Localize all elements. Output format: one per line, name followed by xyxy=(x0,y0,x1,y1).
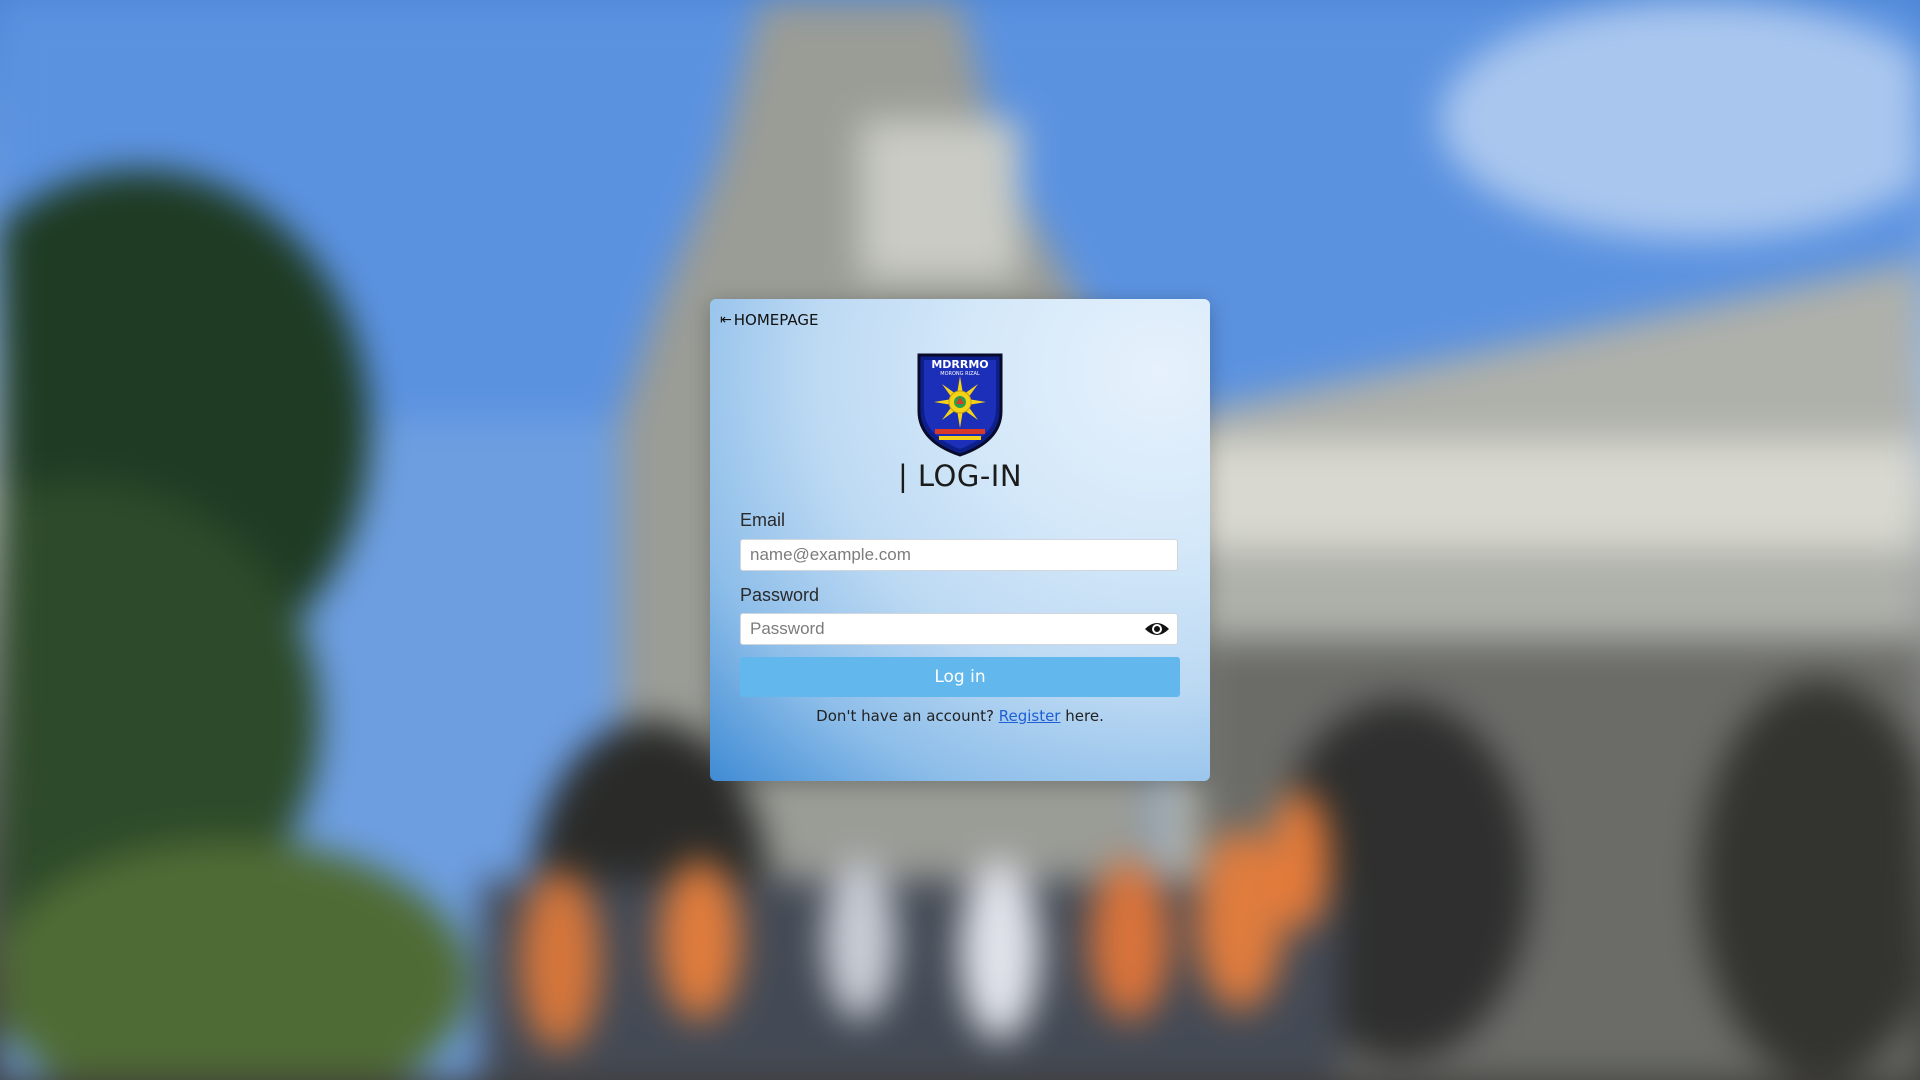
mdrrmo-logo: MDRRMO MORONG RIZAL xyxy=(917,353,1003,457)
homepage-link-label: HOMEPAGE xyxy=(733,311,819,329)
register-suffix: here. xyxy=(1065,707,1104,725)
register-prefix: Don't have an account? xyxy=(816,707,994,725)
eye-icon[interactable] xyxy=(1144,619,1170,639)
email-label: Email xyxy=(740,510,786,530)
password-field[interactable] xyxy=(740,613,1178,645)
homepage-link[interactable]: ⇤ HOMEPAGE xyxy=(720,311,818,329)
logo-text-top: MDRRMO xyxy=(931,358,988,371)
register-link[interactable]: Register xyxy=(999,707,1061,725)
password-label: Password xyxy=(740,585,820,605)
login-button[interactable]: Log in xyxy=(740,657,1180,697)
page-title: | LOG-IN xyxy=(897,459,1023,493)
arrow-left-bar-icon: ⇤ xyxy=(720,312,732,328)
login-card: ⇤ HOMEPAGE MDRRMO MORONG RIZAL | LOG-IN … xyxy=(710,299,1210,781)
email-field[interactable] xyxy=(740,539,1178,571)
register-prompt: Don't have an account? Register here. xyxy=(710,707,1210,725)
logo-text-sub: MORONG RIZAL xyxy=(940,371,980,377)
